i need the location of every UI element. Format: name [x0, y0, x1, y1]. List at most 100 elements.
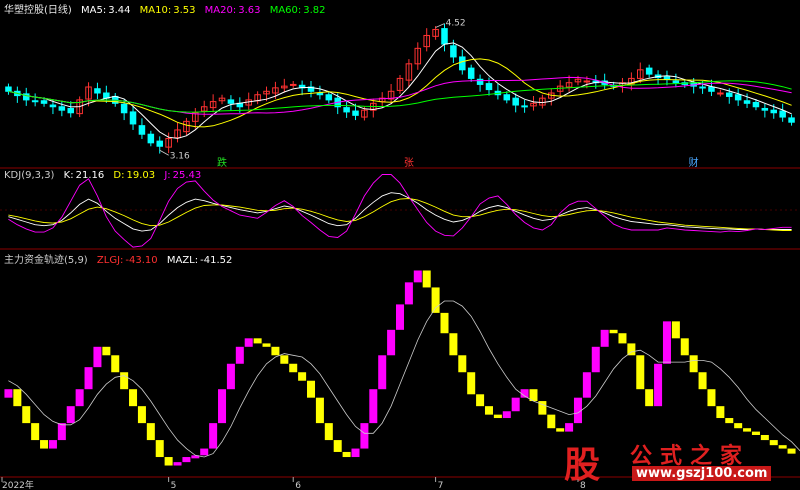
candle-body — [645, 67, 653, 75]
zlgj-bar — [75, 389, 84, 407]
j-value: 25.43 — [172, 170, 202, 181]
zlgj-bar — [431, 287, 440, 313]
zlgj-bar — [120, 372, 129, 390]
zlgj-bar — [137, 406, 146, 424]
candle-body — [476, 78, 484, 85]
zlgj-bar — [413, 270, 422, 283]
zlgj-bar — [404, 282, 413, 305]
candle-body — [120, 103, 128, 114]
zlgj-bar — [146, 423, 155, 441]
candle-body — [49, 104, 57, 108]
zlgj-bar — [627, 343, 636, 356]
zlgj-bar — [484, 406, 493, 415]
candle-body — [521, 105, 528, 108]
zlgj-bar — [600, 329, 609, 347]
kdj-name: KDJ(9,3,3) — [4, 170, 55, 181]
candle-body — [512, 97, 519, 106]
zlgj-bar — [689, 355, 698, 373]
watermark-url: www.gszj100.com — [632, 466, 772, 481]
kdj-panel[interactable] — [8, 174, 792, 248]
zlgj-label: ZLGJ: — [96, 255, 124, 266]
candle-body — [343, 107, 350, 113]
candle-body — [459, 56, 466, 71]
zlgj-bar — [333, 440, 342, 452]
candle-body — [663, 76, 671, 80]
zlgj-bar — [200, 448, 209, 456]
zlgj-bar — [360, 423, 369, 449]
zlgj-bar — [654, 363, 663, 407]
zlgj-bar — [324, 423, 333, 441]
zlgj-bar — [262, 343, 271, 347]
zlgj-bar — [182, 457, 191, 463]
zlgj-bar — [173, 462, 182, 466]
zlgj-bar — [387, 329, 396, 356]
candle-body — [129, 111, 137, 125]
candle-body — [485, 83, 493, 91]
zlgj-bar — [280, 355, 289, 364]
event-marker: 跌 — [217, 156, 227, 169]
candle-body — [450, 45, 457, 58]
kdj-header: KDJ(9,3,3) K: 21.16 D: 19.03 J: 25.43 — [4, 170, 207, 181]
candle-body — [752, 101, 760, 108]
zlgj-bar — [155, 440, 164, 458]
kdj-k-line — [8, 192, 792, 232]
zlgj-name: 主力资金轨迹(5,9) — [4, 255, 88, 266]
ma10-label: MA10: — [139, 5, 172, 16]
zlgj-bar — [66, 406, 75, 424]
zlgj-bar — [315, 397, 324, 424]
zlgj-bar — [547, 414, 556, 429]
candle-body — [672, 80, 680, 84]
d-value: 19.03 — [126, 170, 156, 181]
zlgj-bar — [556, 428, 565, 432]
price-panel[interactable]: 4.52 3.16 — [5, 18, 795, 161]
candle-body — [717, 92, 724, 95]
axis-label: 2022年 — [2, 479, 34, 490]
zlgj-bar — [244, 338, 253, 347]
k-label: K: — [63, 170, 74, 181]
candle-body — [94, 88, 101, 94]
zlgj-bar — [40, 440, 49, 449]
axis-label: 5 — [171, 481, 177, 490]
ma5-value: 3.44 — [108, 5, 131, 16]
zlgj-bar — [493, 414, 502, 419]
zlgj-bar — [502, 411, 511, 419]
zlgj-bar — [449, 333, 458, 356]
zlgj-bar — [164, 457, 173, 466]
zlgj-bar — [422, 270, 431, 288]
zlgj-bar — [253, 338, 262, 344]
zlgj-bar — [378, 355, 387, 390]
zlgj-bar — [342, 451, 351, 458]
zlgj-bar — [662, 321, 671, 364]
candle-body — [779, 110, 786, 118]
zlgj-value: -43.10 — [125, 255, 158, 266]
zlgj-header: 主力资金轨迹(5,9) ZLGJ: -43.10 MAZL: -41.52 — [4, 251, 238, 266]
chart-canvas: 4.523.16 2022年 5 6 7 8 跌张财 — [0, 18, 800, 490]
zlgj-bar — [618, 333, 627, 344]
zlgj-bar — [645, 389, 654, 407]
candle-body — [58, 106, 66, 111]
event-markers: 跌张财 — [217, 156, 699, 169]
zlgj-bar — [743, 428, 752, 432]
candle-body — [708, 86, 715, 92]
zlgj-bar — [218, 389, 227, 424]
zlgj-bar — [511, 397, 520, 412]
candle-body — [761, 107, 769, 111]
d-label: D: — [113, 170, 125, 181]
low-price-label: 3.16 — [170, 151, 190, 161]
watermark-logo: 股 — [564, 444, 601, 486]
low-price-pointer — [159, 149, 169, 156]
high-price-label: 4.52 — [446, 18, 466, 28]
ma20-value: 3.63 — [238, 5, 261, 16]
candle-body — [503, 94, 511, 101]
zlgj-bar — [351, 448, 360, 458]
candle-body — [156, 140, 163, 147]
axis-label: 7 — [438, 481, 444, 490]
ma10-value: 3.53 — [173, 5, 196, 16]
zlgj-bar — [307, 380, 316, 398]
zlgj-bar — [734, 423, 743, 429]
candle-body — [289, 83, 297, 86]
zlgj-bar — [467, 372, 476, 395]
candle-body — [31, 100, 39, 103]
zlgj-bar — [751, 431, 760, 435]
zlgj-bar — [235, 346, 244, 364]
